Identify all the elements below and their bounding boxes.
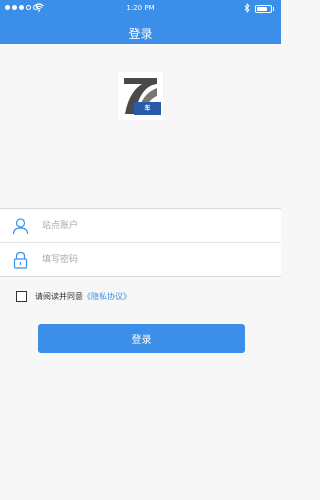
app-header: 1:20 PM 登录 bbox=[0, 0, 281, 44]
agreement-checkbox[interactable] bbox=[16, 291, 27, 302]
lock-icon bbox=[13, 251, 28, 269]
bluetooth-icon bbox=[244, 3, 250, 13]
password-row bbox=[0, 243, 281, 276]
agreement-text: 请阅读并同意《隐私协议》 bbox=[35, 291, 131, 302]
status-bar: 1:20 PM bbox=[0, 0, 281, 18]
login-form bbox=[0, 208, 281, 277]
battery-icon bbox=[255, 5, 272, 13]
app-logo: 车 bbox=[118, 72, 163, 120]
account-input[interactable] bbox=[42, 216, 262, 236]
user-icon bbox=[12, 218, 29, 235]
password-input[interactable] bbox=[42, 250, 262, 270]
login-button[interactable]: 登录 bbox=[38, 324, 245, 353]
account-row bbox=[0, 209, 281, 242]
agreement-prefix: 请阅读并同意 bbox=[35, 292, 83, 301]
logo-tag: 车 bbox=[134, 102, 161, 115]
page-title: 登录 bbox=[128, 27, 153, 41]
status-time: 1:20 PM bbox=[126, 4, 155, 12]
privacy-policy-link[interactable]: 《隐私协议》 bbox=[83, 292, 131, 301]
